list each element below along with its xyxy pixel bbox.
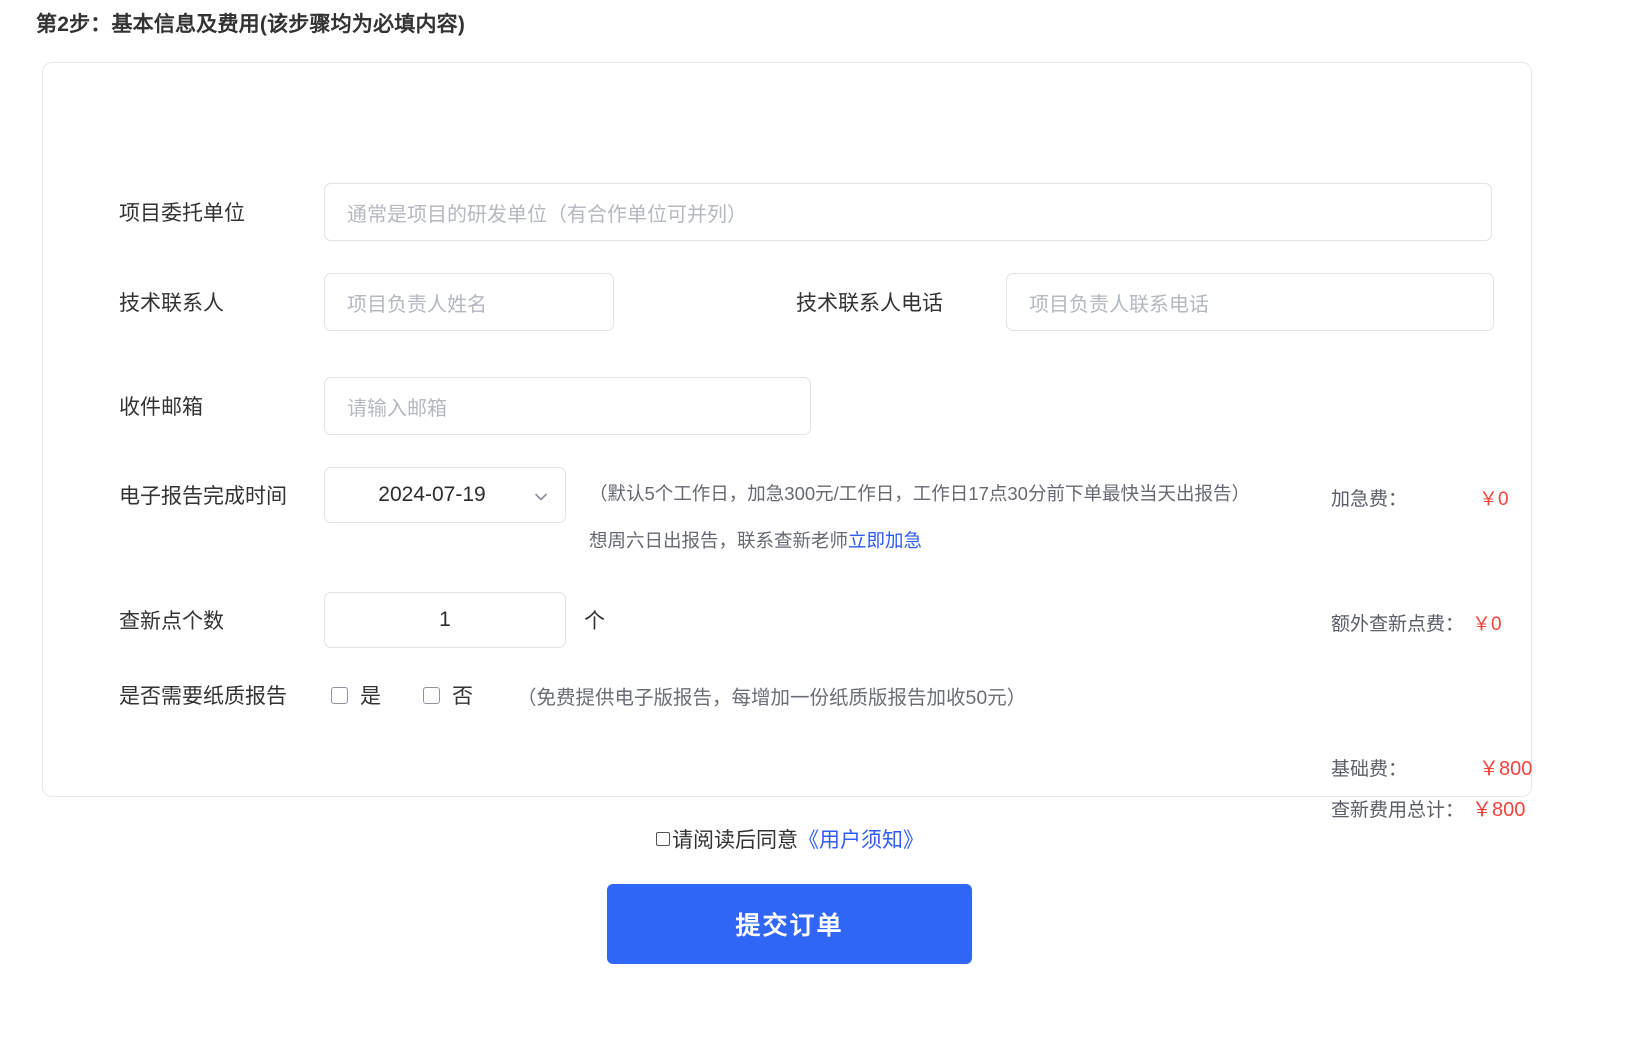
- fee-base-value: ￥800: [1479, 758, 1533, 780]
- fee-base: 基础费： ￥800: [1331, 752, 1532, 781]
- field-row-paper-report: 是否需要纸质报告 是 否 （免费提供电子版报告，每增加一份纸质版报告加收50元）: [119, 680, 1026, 710]
- paper-report-no-checkbox[interactable]: 否: [423, 680, 473, 710]
- points-input[interactable]: 1: [324, 592, 566, 648]
- report-date-hint-2-text: 想周六日出报告，联系查新老师: [589, 529, 849, 551]
- report-date-value: 2024-07-19: [378, 483, 486, 506]
- paper-report-yes-label: 是: [360, 685, 381, 708]
- fee-total-value: ￥800: [1472, 799, 1526, 821]
- checkbox-icon: [423, 686, 440, 704]
- label-paper-report: 是否需要纸质报告: [119, 685, 287, 708]
- report-date-select[interactable]: 2024-07-19: [324, 467, 566, 523]
- label-contact-name: 技术联系人: [119, 292, 224, 315]
- label-contact-phone: 技术联系人电话: [796, 292, 943, 315]
- points-unit: 个: [584, 610, 605, 633]
- label-report-date: 电子报告完成时间: [119, 485, 287, 508]
- fee-total: 查新费用总计： ￥800: [1331, 793, 1525, 822]
- field-row-client: 项目委托单位 通常是项目的研发单位（有合作单位可并列）: [119, 183, 1492, 241]
- field-row-report-date: 电子报告完成时间 2024-07-19: [119, 467, 566, 523]
- contact-phone-input[interactable]: 项目负责人联系电话: [1006, 273, 1494, 331]
- report-date-hints: （默认5个工作日，加急300元/工作日，工作日17点30分前下单最快当天出报告）…: [589, 467, 1309, 550]
- form-card: 项目委托单位 通常是项目的研发单位（有合作单位可并列） 技术联系人 项目负责人姓…: [42, 62, 1532, 821]
- label-client: 项目委托单位: [119, 202, 245, 225]
- report-date-hint-1: （默认5个工作日，加急300元/工作日，工作日17点30分前下单最快当天出报告）: [589, 483, 1250, 504]
- user-notice-link[interactable]: 《用户须知》: [798, 829, 924, 852]
- email-input[interactable]: 请输入邮箱: [324, 377, 811, 435]
- agreement-checkbox[interactable]: [656, 832, 670, 846]
- fee-rush-value: ￥0: [1479, 489, 1509, 510]
- paper-report-no-label: 否: [452, 685, 473, 708]
- chevron-down-icon: [533, 487, 549, 503]
- paper-report-note: （免费提供电子版报告，每增加一份纸质版报告加收50元）: [517, 686, 1027, 709]
- fee-rush-label: 加急费：: [1331, 489, 1408, 510]
- fee-extra-points-label: 额外查新点费：: [1331, 614, 1465, 635]
- submit-order-button[interactable]: 提交订单: [607, 884, 972, 964]
- client-input[interactable]: 通常是项目的研发单位（有合作单位可并列）: [324, 183, 1492, 241]
- contact-name-input[interactable]: 项目负责人姓名: [324, 273, 614, 331]
- field-row-points: 查新点个数 1 个: [119, 592, 605, 648]
- fee-rush: 加急费： ￥0: [1331, 484, 1509, 511]
- fee-extra-points: 额外查新点费： ￥0: [1331, 609, 1502, 636]
- label-email: 收件邮箱: [119, 396, 203, 419]
- order-step2-page: 第2步：基本信息及费用(该步骤均为必填内容) 项目委托单位 通常是项目的研发单位…: [0, 0, 1650, 1040]
- paper-report-yes-checkbox[interactable]: 是: [331, 680, 381, 710]
- rush-order-link[interactable]: 立即加急: [848, 530, 922, 551]
- fee-total-label: 查新费用总计：: [1331, 800, 1465, 821]
- field-row-email: 收件邮箱 请输入邮箱: [119, 377, 811, 435]
- agreement-text: 请阅读后同意: [672, 829, 798, 852]
- page-title: 第2步：基本信息及费用(该步骤均为必填内容): [36, 13, 466, 36]
- report-date-hint-2: 想周六日出报告，联系查新老师立即加急: [589, 529, 1309, 551]
- field-row-contact: 技术联系人 项目负责人姓名 技术联系人电话 项目负责人联系电话: [119, 273, 1494, 331]
- fee-base-label: 基础费：: [1331, 759, 1408, 780]
- label-points: 查新点个数: [119, 610, 224, 633]
- checkbox-icon: [331, 686, 348, 704]
- agreement-row: 请阅读后同意《用户须知》: [0, 824, 1580, 854]
- fee-extra-points-value: ￥0: [1472, 614, 1502, 635]
